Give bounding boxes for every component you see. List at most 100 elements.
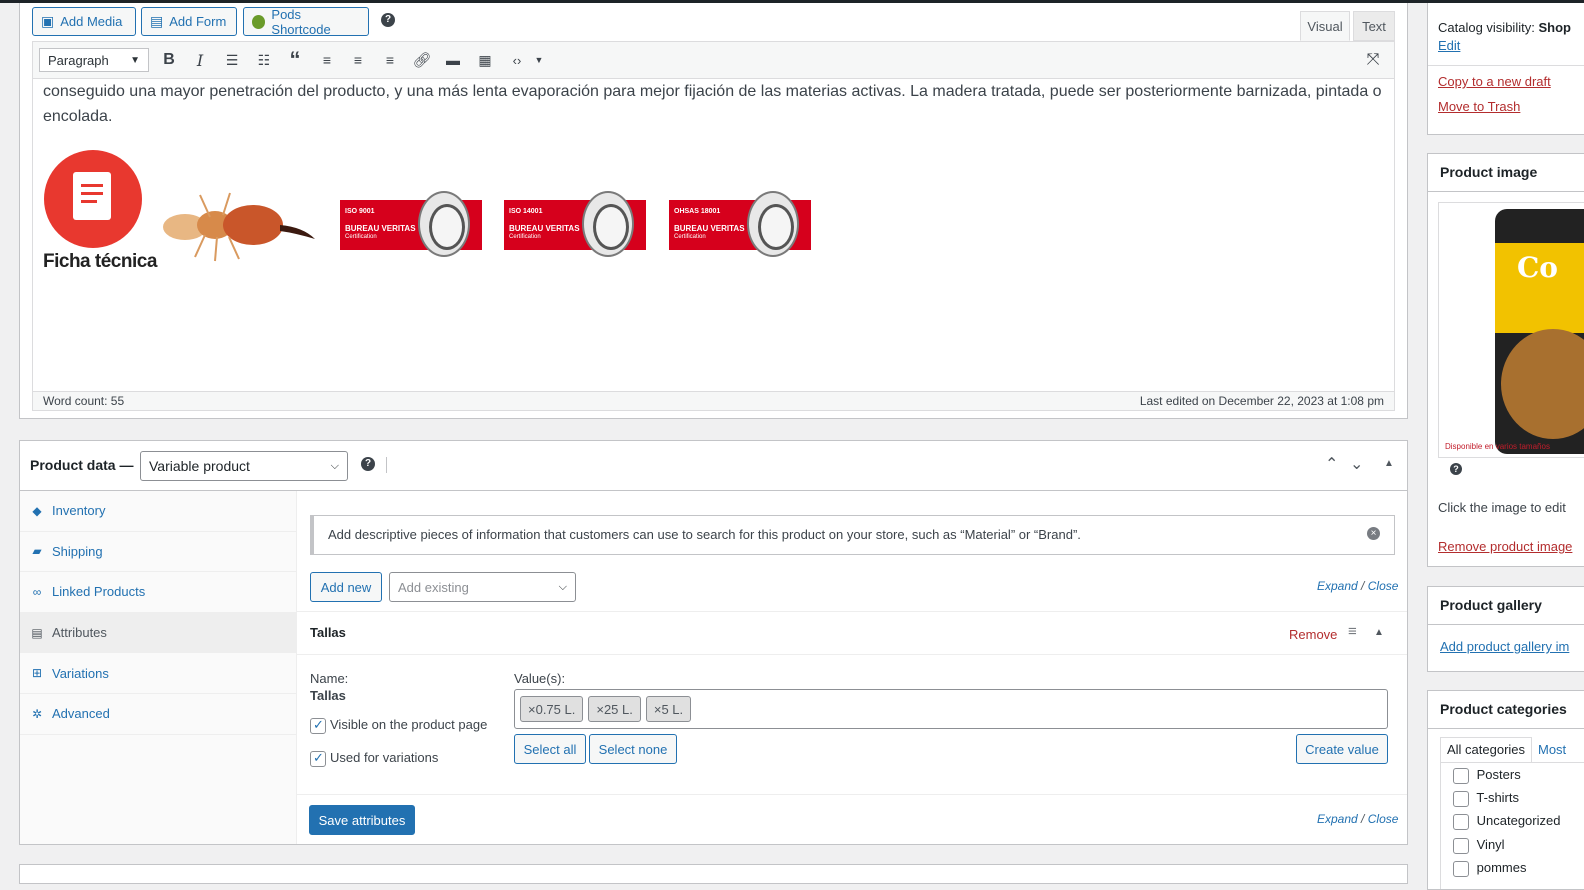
save-attributes-button[interactable]: Save attributes [309,805,415,835]
tab-text[interactable]: Text [1353,11,1395,41]
add-media-button[interactable]: ▣ Add Media [32,7,136,36]
blockquote-icon[interactable]: “ [283,47,307,72]
category-item[interactable]: Vinyl [1453,837,1505,854]
help-icon[interactable]: ? [361,457,375,471]
category-item[interactable]: Posters [1453,767,1521,784]
remove-image-link[interactable]: Remove product image [1438,539,1572,554]
add-existing-select[interactable]: Add existing ⌵ [389,572,576,602]
cert-badge-1: ISO 9001 BUREAU VERITAS Certification [340,191,482,257]
value-chip[interactable]: × 25 L. [588,696,641,722]
remove-chip-icon[interactable]: × [596,702,604,717]
close-link[interactable]: Close [1368,812,1399,826]
expand-close-top: Expand / Close [1317,579,1399,593]
align-right-icon[interactable]: ≡ [378,48,402,72]
dismiss-icon[interactable]: × [1367,527,1380,540]
product-categories-box: Product categories All categories Most P… [1427,690,1584,890]
chevron-down-icon: ⌵ [558,580,567,593]
checkbox-icon[interactable] [1453,860,1469,877]
divider [1428,65,1584,66]
expand-link[interactable]: Expand [1317,579,1358,593]
last-edited: Last edited on December 22, 2023 at 1:08… [1139,394,1384,408]
drag-handle-icon[interactable]: ≡ [1348,623,1357,640]
values-label: Value(s): [514,671,566,686]
add-form-button[interactable]: ▤ Add Form [141,7,237,36]
tab-linked-products[interactable]: ∞ Linked Products [20,572,296,613]
create-value-button[interactable]: Create value [1296,734,1388,764]
caret-down-icon: ▼ [130,54,140,66]
tab-visual[interactable]: Visual [1300,11,1350,41]
value-chip[interactable]: × 5 L. [645,696,692,722]
product-data-tabs: ◆ Inventory ▰ Shipping ∞ Linked Products ▤ A… [20,491,297,844]
category-item[interactable]: T-shirts [1453,790,1519,807]
attribute-name-value: Tallas [310,688,346,703]
checkbox-checked-icon[interactable] [310,717,326,734]
pods-icon [252,14,266,29]
tab-all-categories[interactable]: All categories [1440,737,1533,763]
gear-icon: ✲ [31,706,43,721]
close-link[interactable]: Close [1368,579,1399,593]
attribute-header-tallas[interactable]: Tallas Remove ≡ ▲ [297,611,1407,655]
category-item[interactable]: pommes [1453,860,1526,877]
add-new-button[interactable]: Add new [310,572,382,602]
collapse-icon[interactable]: ▲ [1384,458,1394,469]
attribute-name-label: Name: [310,671,349,686]
product-image[interactable]: Co Disponible en varios tamaños [1438,202,1584,458]
divider [386,457,387,473]
checkbox-icon[interactable] [1453,813,1469,830]
remove-chip-icon[interactable]: × [528,702,536,717]
align-center-icon[interactable]: ≡ [346,48,370,72]
align-left-icon[interactable]: ≡ [315,48,339,72]
help-icon[interactable]: ? [1450,463,1462,475]
read-more-icon[interactable]: ▬ [441,48,465,72]
link-icon: ∞ [32,584,42,599]
attribute-values-field[interactable]: × 0.75 L. × 25 L. × 5 L. [514,689,1388,729]
move-down-icon[interactable]: ⌄ [1350,454,1363,474]
format-select[interactable]: Paragraph ▼ [39,48,149,72]
tab-shipping[interactable]: ▰ Shipping [20,532,296,573]
tab-inventory[interactable]: ◆ Inventory [20,491,296,532]
help-icon[interactable]: ? [381,13,395,27]
bullet-list-icon[interactable]: ☰ [220,48,244,72]
tab-attributes[interactable]: ▤ Attributes [20,612,296,654]
visible-on-page-checkbox[interactable]: Visible on the product page [310,717,487,734]
numbered-list-icon[interactable]: ☷ [252,48,276,72]
editor-content[interactable]: conseguido una mayor penetración del pro… [32,79,1395,391]
select-none-button[interactable]: Select none [589,734,677,764]
dropdown-caret-icon[interactable]: ▼ [527,48,551,72]
fullscreen-icon[interactable]: ⤧ [1361,48,1385,72]
expand-link[interactable]: Expand [1317,812,1358,826]
media-icon: ▣ [41,13,55,29]
move-up-icon[interactable]: ⌃ [1325,454,1338,474]
code-icon[interactable]: ‹› [505,48,529,72]
add-gallery-images-link[interactable]: Add product gallery im [1440,639,1569,654]
checkbox-icon[interactable] [1453,767,1469,784]
tab-variations[interactable]: ⊞ Variations [20,653,296,694]
cert-badge-3: OHSAS 18001 BUREAU VERITAS Certification [669,191,811,257]
category-item[interactable]: Uncategorized [1453,813,1560,830]
product-type-select[interactable]: Variable product ⌵ [140,451,348,481]
checkbox-icon[interactable] [1453,837,1469,854]
product-data-header: Product data — Variable product ⌵ ? ⌃ ⌄ … [20,441,1407,491]
pods-shortcode-button[interactable]: Pods Shortcode [243,7,369,37]
catalog-visibility: Catalog visibility: Shop [1438,20,1571,35]
value-chip[interactable]: × 0.75 L. [520,696,584,722]
bold-icon[interactable]: B [157,48,181,72]
copy-draft-link[interactable]: Copy to a new draft [1438,74,1551,89]
move-to-trash-link[interactable]: Move to Trash [1438,99,1520,114]
select-all-button[interactable]: Select all [514,734,586,764]
bureau-veritas-seal-icon [418,191,470,257]
used-for-variations-checkbox[interactable]: Used for variations [310,750,438,767]
remove-chip-icon[interactable]: × [654,702,662,717]
checkbox-checked-icon[interactable] [310,750,326,767]
collapse-attribute-icon[interactable]: ▲ [1374,627,1384,638]
next-metabox [19,864,1408,884]
checkbox-icon[interactable] [1453,790,1469,807]
toolbar-toggle-icon[interactable]: ▦ [473,48,497,72]
tab-advanced[interactable]: ✲ Advanced [20,694,296,735]
italic-icon[interactable]: I [188,48,212,72]
edit-visibility-link[interactable]: Edit [1438,38,1460,53]
tab-most-used[interactable]: Most [1538,742,1566,757]
remove-attribute-link[interactable]: Remove [1289,627,1337,642]
product-data-title: Product data — [30,457,134,473]
link-icon[interactable]: 🔗︎ [410,48,434,72]
